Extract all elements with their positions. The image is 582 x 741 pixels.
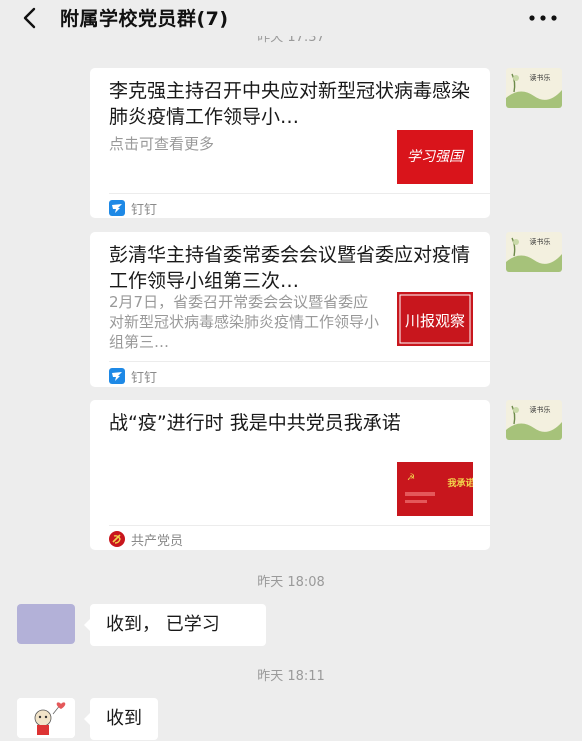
timestamp: 昨天 18:11 xyxy=(257,669,325,684)
svg-text:☭: ☭ xyxy=(407,473,415,483)
source-label: 钉钉 xyxy=(131,370,158,386)
article-title: 彭清华主持省委常委会会议暨省委应对疫情工作领导小组第三次… xyxy=(109,244,471,292)
dingtalk-icon xyxy=(109,368,125,384)
dingtalk-icon xyxy=(109,200,125,216)
message-bubble: 收到， 已学习 xyxy=(84,604,266,646)
source-row: 钉钉 xyxy=(109,367,158,386)
divider xyxy=(109,193,490,194)
thumb-logo-text: 我承诺 xyxy=(447,477,473,489)
divider xyxy=(109,525,490,526)
timestamp: 昨天 18:08 xyxy=(257,575,325,590)
chat-title: 附属学校党员群(7) xyxy=(60,8,229,30)
article-title: 李克强主持召开中央应对新型冠状病毒感染肺炎疫情工作领导小… xyxy=(109,80,471,128)
article-thumbnail: 学习强国 xyxy=(397,130,473,184)
thumb-logo-text: 川报观察 xyxy=(405,312,465,330)
back-arrow-icon[interactable] xyxy=(18,6,42,30)
article-thumbnail: ☭ 我承诺 xyxy=(397,462,475,516)
shared-article-card[interactable]: 李克强主持召开中央应对新型冠状病毒感染肺炎疫情工作领导小… 点击可查看更多 学习… xyxy=(90,68,490,218)
sender-avatar[interactable]: 读书乐 xyxy=(506,232,562,272)
party-emblem-icon xyxy=(109,531,125,547)
sender-avatar[interactable]: 读书乐 xyxy=(506,400,562,440)
source-label: 共产党员 xyxy=(131,533,184,549)
svg-text:读书乐: 读书乐 xyxy=(530,73,551,82)
sender-avatar[interactable] xyxy=(17,604,75,644)
sender-avatar[interactable] xyxy=(17,698,75,738)
source-label: 钉钉 xyxy=(131,202,158,218)
article-thumbnail: 川报观察 xyxy=(397,292,473,346)
source-row: 钉钉 xyxy=(109,199,158,218)
divider xyxy=(109,361,490,362)
article-description: 2月7日，省委召开常委会会议暨省委应对新型冠状病毒感染肺炎疫情工作领导小组第三… xyxy=(109,293,380,351)
more-dots-icon[interactable] xyxy=(528,10,558,26)
source-row: 共产党员 xyxy=(109,530,184,549)
article-title: 战“疫”进行时 我是中共党员我承诺 xyxy=(109,412,401,434)
timestamp: 昨天 17:37 xyxy=(257,34,325,45)
chat-header: 附属学校党员群(7) xyxy=(0,0,582,36)
shared-article-card[interactable]: 彭清华主持省委常委会会议暨省委应对疫情工作领导小组第三次… 2月7日，省委召开常… xyxy=(90,232,490,387)
message-bubble: 收到 xyxy=(84,698,158,740)
thumb-logo-text: 学习强国 xyxy=(407,149,465,165)
svg-text:读书乐: 读书乐 xyxy=(530,405,551,414)
article-description: 点击可查看更多 xyxy=(109,135,215,153)
sender-avatar[interactable]: 读书乐 xyxy=(506,68,562,108)
svg-text:读书乐: 读书乐 xyxy=(530,237,551,246)
shared-article-card[interactable]: 战“疫”进行时 我是中共党员我承诺 ☭ 我承诺 共产党员 xyxy=(90,400,490,550)
